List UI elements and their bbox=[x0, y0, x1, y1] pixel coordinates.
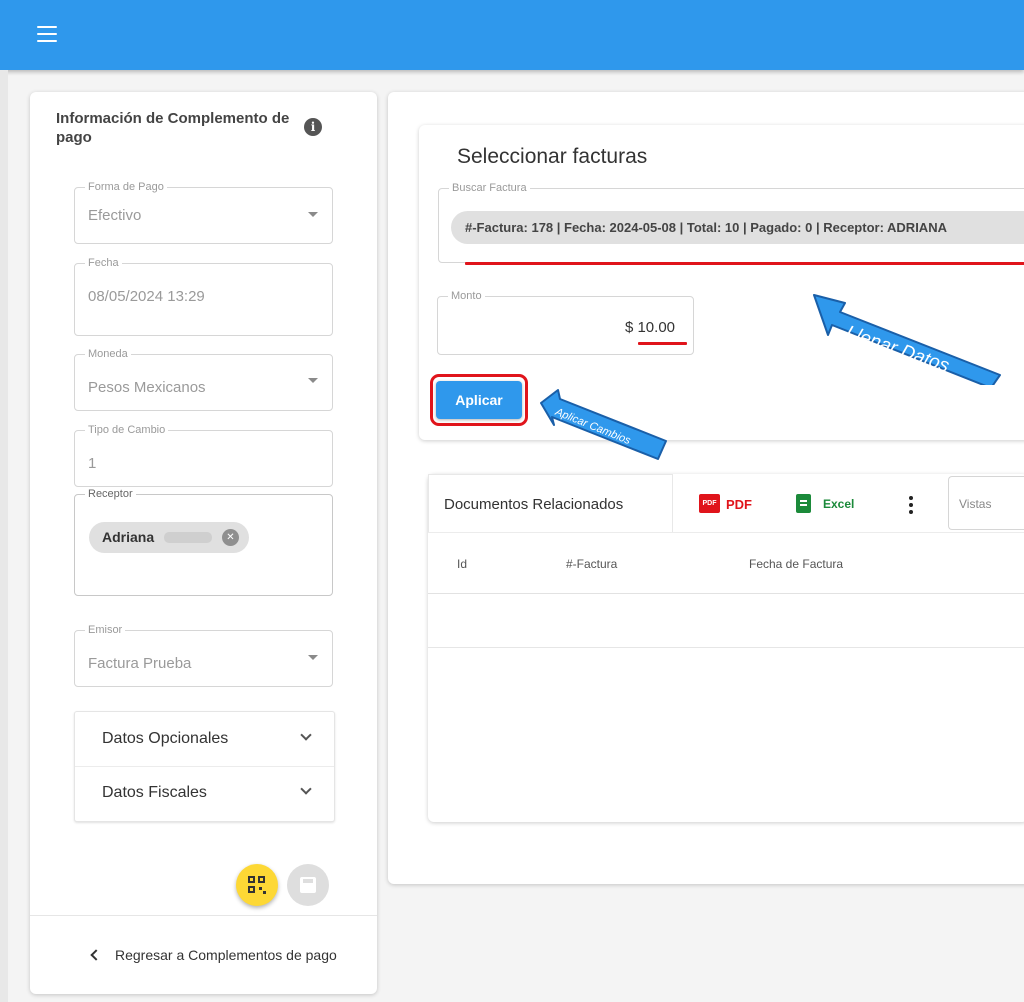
moneda-select[interactable]: Moneda Pesos Mexicanos bbox=[74, 348, 333, 411]
chevron-down-icon bbox=[300, 783, 312, 795]
receptor-field[interactable]: Receptor Adriana ✕ bbox=[74, 488, 333, 596]
datos-fiscales-toggle[interactable]: Datos Fiscales bbox=[75, 767, 334, 821]
forma-de-pago-select[interactable]: Forma de Pago Efectivo bbox=[74, 181, 333, 244]
selected-invoice-chip: #-Factura: 178 | Fecha: 2024-05-08 | Tot… bbox=[451, 211, 1024, 244]
pdf-icon: PDF bbox=[699, 494, 720, 513]
info-icon[interactable]: i bbox=[304, 118, 322, 136]
field-label: Tipo de Cambio bbox=[85, 424, 169, 436]
chevron-down-icon bbox=[300, 729, 312, 741]
chevron-down-icon bbox=[308, 212, 318, 217]
redacted-text bbox=[164, 532, 212, 543]
card-title: Seleccionar facturas bbox=[457, 145, 648, 168]
complemento-info-panel: Información de Complemento de pago i For… bbox=[30, 92, 377, 994]
divider bbox=[30, 915, 377, 916]
red-underline-annotation bbox=[465, 262, 1024, 265]
chevron-down-icon bbox=[308, 655, 318, 660]
pdf-label: PDF bbox=[726, 497, 752, 512]
save-button[interactable] bbox=[287, 864, 329, 906]
llenar-datos-arrow-annotation: Llenar Datos bbox=[810, 285, 1024, 385]
red-underline-annotation bbox=[638, 342, 687, 345]
back-link-label: Regresar a Complementos de pago bbox=[115, 947, 337, 963]
highlight-ring-annotation bbox=[430, 374, 528, 426]
qr-code-icon bbox=[248, 876, 266, 894]
table-header: Id #-Factura Fecha de Factura bbox=[428, 532, 1024, 594]
table-row bbox=[428, 595, 1024, 648]
select-invoices-card: Seleccionar facturas Buscar Factura #-Fa… bbox=[419, 125, 1024, 440]
vistas-placeholder: Vistas bbox=[959, 497, 992, 511]
save-icon bbox=[300, 877, 316, 893]
hamburger-menu-icon[interactable] bbox=[37, 26, 57, 42]
field-value: 1 bbox=[88, 455, 97, 472]
remove-chip-icon[interactable]: ✕ bbox=[222, 529, 239, 546]
field-label: Moneda bbox=[85, 348, 131, 360]
panel-title: Información de Complemento de pago bbox=[56, 110, 290, 146]
tipo-de-cambio-field[interactable]: Tipo de Cambio 1 bbox=[74, 424, 333, 487]
field-label: Monto bbox=[448, 290, 485, 302]
aplicar-cambios-arrow-annotation: Aplicar Cambios bbox=[538, 387, 668, 461]
buscar-factura-field[interactable]: Buscar Factura #-Factura: 178 | Fecha: 2… bbox=[438, 182, 1024, 263]
field-label: Emisor bbox=[85, 624, 126, 636]
more-options-icon[interactable] bbox=[909, 496, 913, 514]
field-label: Forma de Pago bbox=[85, 181, 167, 193]
related-documents-card: Documentos Relacionados PDF PDF Excel Vi… bbox=[428, 474, 1024, 822]
datos-opcionales-toggle[interactable]: Datos Opcionales bbox=[75, 712, 334, 766]
expansion-label: Datos Opcionales bbox=[102, 730, 229, 747]
column-header: Fecha de Factura bbox=[749, 557, 844, 571]
monto-value: $ 10.00 bbox=[624, 319, 675, 336]
receptor-chip: Adriana ✕ bbox=[89, 522, 249, 553]
field-value: Pesos Mexicanos bbox=[88, 379, 206, 396]
excel-label: Excel bbox=[823, 497, 855, 511]
emisor-select[interactable]: Emisor Factura Prueba bbox=[74, 624, 333, 687]
field-value: Factura Prueba bbox=[88, 655, 192, 672]
chip-label: Adriana bbox=[102, 529, 155, 545]
vistas-select[interactable]: Vistas bbox=[948, 476, 1024, 530]
left-edge bbox=[0, 70, 8, 1002]
invoice-summary: #-Factura: 178 | Fecha: 2024-05-08 | Tot… bbox=[465, 220, 947, 235]
field-label: Fecha bbox=[85, 257, 122, 269]
field-label: Receptor bbox=[85, 488, 136, 500]
chevron-left-icon bbox=[90, 949, 102, 961]
fecha-field[interactable]: Fecha 08/05/2024 13:29 bbox=[74, 257, 333, 336]
field-value: Efectivo bbox=[88, 207, 142, 224]
tab-label: Documentos Relacionados bbox=[444, 496, 624, 513]
expansion-label: Datos Fiscales bbox=[102, 784, 207, 801]
monto-field[interactable]: Monto $ 10.00 bbox=[437, 290, 694, 355]
app-bar bbox=[0, 0, 1024, 70]
chevron-down-icon bbox=[308, 378, 318, 383]
excel-file-icon bbox=[796, 494, 811, 513]
column-header: #-Factura bbox=[566, 557, 618, 571]
column-header: Id bbox=[457, 557, 468, 571]
qr-code-button[interactable] bbox=[236, 864, 278, 906]
field-value: 08/05/2024 13:29 bbox=[88, 288, 205, 305]
field-label: Buscar Factura bbox=[449, 182, 530, 194]
expansion-panel: Datos Opcionales Datos Fiscales bbox=[74, 711, 335, 822]
tab-documentos-relacionados[interactable]: Documentos Relacionados bbox=[428, 474, 673, 532]
